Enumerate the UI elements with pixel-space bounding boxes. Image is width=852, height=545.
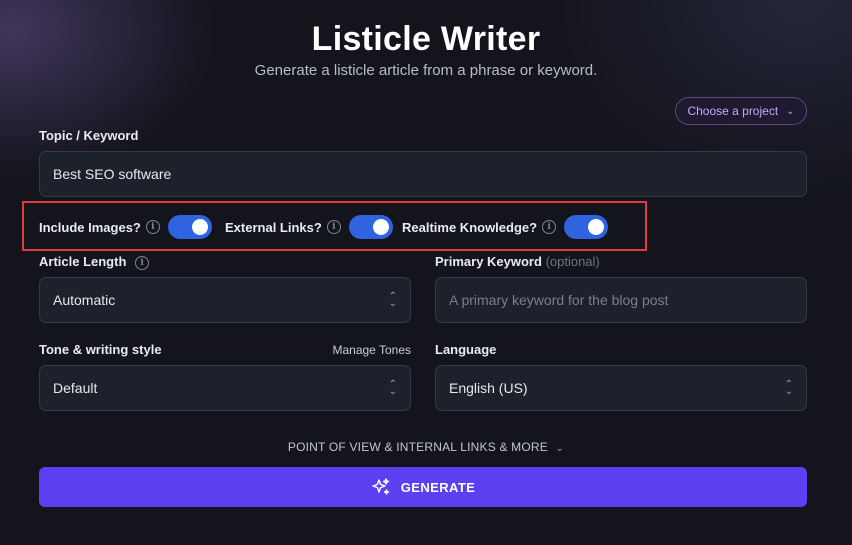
language-value: English (US) — [449, 380, 528, 396]
include-images-toggle[interactable] — [167, 215, 212, 239]
toggle-knob — [588, 219, 605, 235]
choose-project-label: Choose a project — [687, 104, 779, 118]
toggle-knob — [372, 219, 389, 235]
more-options-toggle[interactable]: POINT OF VIEW & INTERNAL LINKS & MORE ⌄ — [0, 440, 852, 454]
article-length-value: Automatic — [53, 292, 116, 308]
primary-keyword-label-row: Primary Keyword (optional) — [435, 254, 600, 269]
language-select[interactable]: English (US) ⌃ ⌄ — [435, 365, 807, 411]
tone-value: Default — [53, 380, 98, 396]
select-arrows-icon: ⌃ ⌄ — [784, 379, 793, 397]
article-length-select[interactable]: Automatic ⌃ ⌄ — [39, 277, 411, 323]
generate-button[interactable]: GENERATE — [39, 467, 807, 507]
external-links-option: External Links? i — [225, 215, 393, 239]
topic-value: Best SEO software — [53, 166, 172, 182]
realtime-knowledge-option: Realtime Knowledge? i — [402, 215, 609, 239]
generate-label: GENERATE — [400, 479, 476, 495]
external-links-label: External Links? — [225, 219, 322, 235]
info-icon[interactable]: i — [135, 255, 150, 270]
manage-tones-link[interactable]: Manage Tones — [320, 343, 411, 357]
primary-keyword-placeholder: A primary keyword for the blog post — [449, 292, 669, 308]
page-title: Listicle Writer — [311, 20, 541, 58]
info-icon[interactable]: i — [326, 220, 341, 234]
select-arrows-icon: ⌃ ⌄ — [388, 291, 397, 309]
realtime-knowledge-toggle[interactable] — [564, 215, 609, 239]
tone-select[interactable]: Default ⌃ ⌄ — [39, 365, 411, 411]
primary-keyword-input[interactable]: A primary keyword for the blog post — [435, 277, 807, 323]
optional-hint: (optional) — [545, 254, 600, 269]
realtime-knowledge-label: Realtime Knowledge? — [402, 219, 538, 235]
info-icon[interactable]: i — [145, 220, 160, 234]
external-links-toggle[interactable] — [348, 215, 393, 239]
language-label: Language — [435, 342, 497, 357]
chevron-down-icon: ⌄ — [786, 105, 795, 117]
chevron-down-icon: ⌄ — [555, 443, 565, 454]
article-length-label-row: Article Length i — [39, 254, 150, 270]
article-length-label: Article Length — [39, 254, 127, 269]
include-images-label: Include Images? — [39, 219, 141, 235]
choose-project-button[interactable]: Choose a project ⌄ — [675, 97, 807, 125]
toggle-knob — [191, 219, 208, 235]
tone-label: Tone & writing style — [39, 342, 162, 357]
topic-label: Topic / Keyword — [39, 128, 139, 143]
listicle-writer-page: Listicle Writer Generate a listicle arti… — [0, 0, 852, 545]
info-icon[interactable]: i — [542, 220, 557, 234]
page-subtitle: Generate a listicle article from a phras… — [254, 62, 598, 79]
primary-keyword-label: Primary Keyword — [435, 254, 542, 269]
topic-input[interactable]: Best SEO software — [39, 151, 807, 197]
include-images-option: Include Images? i — [39, 215, 212, 239]
select-arrows-icon: ⌃ ⌄ — [388, 379, 397, 397]
toggle-options-highlight: Include Images? i External Links? i Real… — [22, 201, 647, 251]
sparkle-icon — [371, 477, 391, 497]
more-options-label: POINT OF VIEW & INTERNAL LINKS & MORE — [287, 440, 548, 454]
